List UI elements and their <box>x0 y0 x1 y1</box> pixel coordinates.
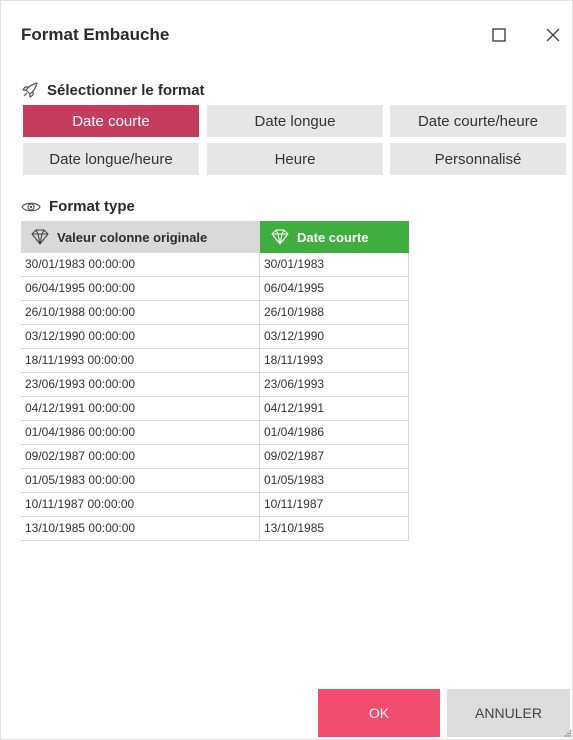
table-row[interactable]: 23/06/1993 00:00:00 23/06/1993 <box>21 373 409 397</box>
cell-original-value: 03/12/1990 00:00:00 <box>21 325 260 349</box>
eye-icon <box>21 202 41 211</box>
select-format-heading: Sélectionner le format <box>21 81 205 99</box>
format-type-label: Format type <box>49 198 135 215</box>
format-date-courte-button[interactable]: Date courte <box>23 105 199 137</box>
table-row[interactable]: 01/05/1983 00:00:00 01/05/1983 <box>21 469 409 493</box>
table-row[interactable]: 26/10/1988 00:00:00 26/10/1988 <box>21 301 409 325</box>
resize-grip-icon[interactable] <box>564 729 572 737</box>
cell-formatted-value: 13/10/1985 <box>260 517 409 541</box>
cell-original-value: 13/10/1985 00:00:00 <box>21 517 260 541</box>
cell-original-value: 01/05/1983 00:00:00 <box>21 469 260 493</box>
ok-button[interactable]: OK <box>318 689 440 737</box>
cell-original-value: 09/02/1987 00:00:00 <box>21 445 260 469</box>
cell-original-value: 26/10/1988 00:00:00 <box>21 301 260 325</box>
select-format-label: Sélectionner le format <box>47 81 205 99</box>
cell-original-value: 01/04/1986 00:00:00 <box>21 421 260 445</box>
cell-original-value: 30/01/1983 00:00:00 <box>21 253 260 277</box>
cell-formatted-value: 01/05/1983 <box>260 469 409 493</box>
format-type-heading: Format type <box>21 198 135 215</box>
format-date-courte-heure-button[interactable]: Date courte/heure <box>390 105 566 137</box>
close-button[interactable] <box>539 21 567 49</box>
grid-header-formatted[interactable]: Date courte <box>260 221 409 253</box>
diamond-icon <box>31 229 49 245</box>
cell-original-value: 23/06/1993 00:00:00 <box>21 373 260 397</box>
maximize-button[interactable] <box>485 21 513 49</box>
table-row[interactable]: 03/12/1990 00:00:00 03/12/1990 <box>21 325 409 349</box>
cancel-button[interactable]: ANNULER <box>447 689 570 737</box>
cell-original-value: 10/11/1987 00:00:00 <box>21 493 260 517</box>
table-row[interactable]: 18/11/1993 00:00:00 18/11/1993 <box>21 349 409 373</box>
cell-formatted-value: 04/12/1991 <box>260 397 409 421</box>
table-row[interactable]: 01/04/1986 00:00:00 01/04/1986 <box>21 421 409 445</box>
grid-header-original[interactable]: Valeur colonne originale <box>21 221 260 253</box>
table-row[interactable]: 13/10/1985 00:00:00 13/10/1985 <box>21 517 409 541</box>
cell-formatted-value: 06/04/1995 <box>260 277 409 301</box>
grid-header-original-label: Valeur colonne originale <box>57 229 208 245</box>
x-icon <box>546 28 560 42</box>
rocket-icon <box>22 82 38 98</box>
square-icon <box>492 28 506 42</box>
dialog-title: Format Embauche <box>21 25 170 44</box>
format-date-longue-button[interactable]: Date longue <box>207 105 383 137</box>
cell-formatted-value: 18/11/1993 <box>260 349 409 373</box>
format-date-longue-heure-button[interactable]: Date longue/heure <box>23 143 199 175</box>
table-row[interactable]: 06/04/1995 00:00:00 06/04/1995 <box>21 277 409 301</box>
cell-formatted-value: 30/01/1983 <box>260 253 409 277</box>
cell-formatted-value: 01/04/1986 <box>260 421 409 445</box>
cell-original-value: 06/04/1995 00:00:00 <box>21 277 260 301</box>
preview-grid: Valeur colonne originale Date courte 30/… <box>21 221 570 679</box>
cell-formatted-value: 09/02/1987 <box>260 445 409 469</box>
format-personnalise-button[interactable]: Personnalisé <box>390 143 566 175</box>
title-bar: Format Embauche <box>1 1 572 63</box>
cell-formatted-value: 03/12/1990 <box>260 325 409 349</box>
cell-formatted-value: 23/06/1993 <box>260 373 409 397</box>
format-heure-button[interactable]: Heure <box>207 143 383 175</box>
cell-original-value: 18/11/1993 00:00:00 <box>21 349 260 373</box>
table-row[interactable]: 09/02/1987 00:00:00 09/02/1987 <box>21 445 409 469</box>
table-row[interactable]: 30/01/1983 00:00:00 30/01/1983 <box>21 253 409 277</box>
cell-formatted-value: 10/11/1987 <box>260 493 409 517</box>
grid-header-formatted-label: Date courte <box>297 229 369 245</box>
format-dialog: Format Embauche Sélectionner le format D… <box>0 0 573 740</box>
table-row[interactable]: 04/12/1991 00:00:00 04/12/1991 <box>21 397 409 421</box>
table-row[interactable]: 10/11/1987 00:00:00 10/11/1987 <box>21 493 409 517</box>
diamond-icon <box>271 229 289 245</box>
cell-formatted-value: 26/10/1988 <box>260 301 409 325</box>
cell-original-value: 04/12/1991 00:00:00 <box>21 397 260 421</box>
